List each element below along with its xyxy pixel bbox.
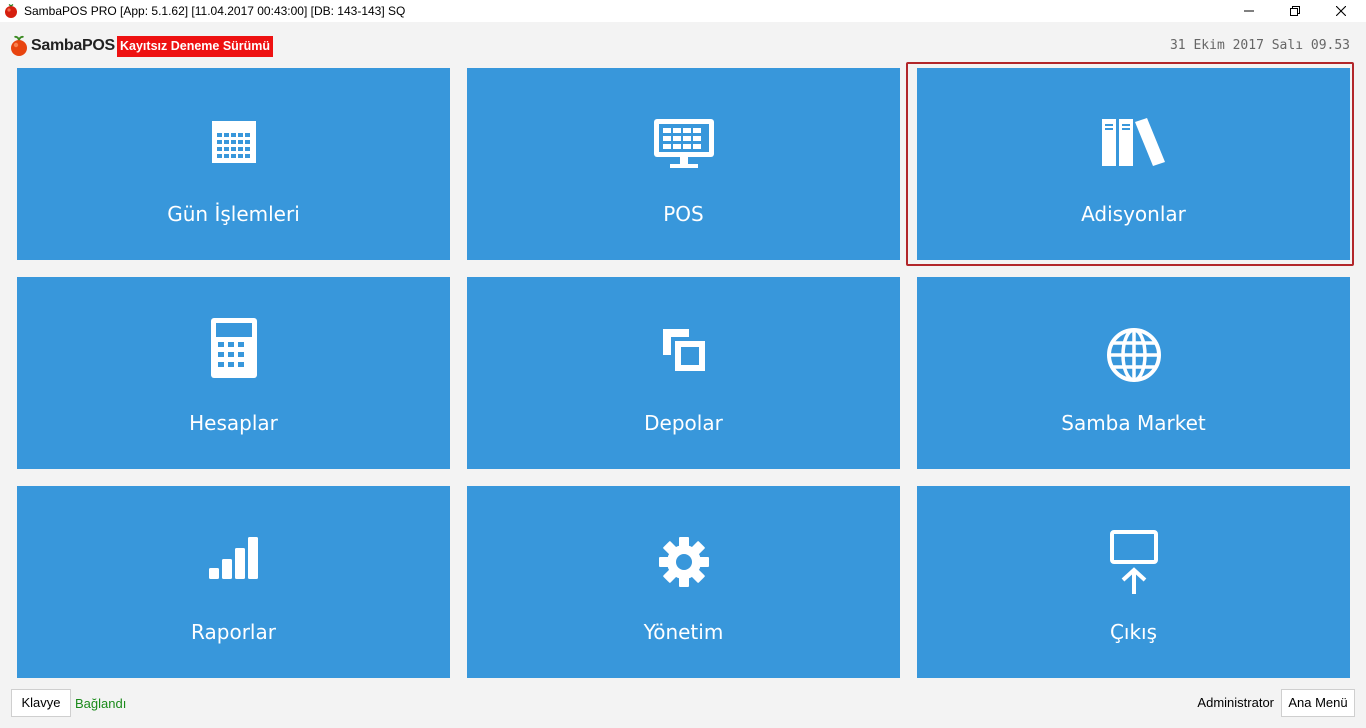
screen-upload-icon	[1109, 530, 1158, 594]
tile-pos[interactable]: POS	[467, 68, 900, 260]
globe-icon	[1106, 328, 1161, 382]
tile-yonetim[interactable]: Yönetim	[467, 486, 900, 678]
main-menu-button[interactable]: Ana Menü	[1281, 689, 1355, 717]
calendar-icon	[211, 121, 256, 163]
tomato-logo-icon	[11, 35, 27, 56]
brand-logo: SambaPOS	[9, 34, 115, 58]
tile-label: Yönetim	[643, 620, 724, 644]
tile-label: Gün İşlemleri	[167, 202, 300, 226]
connection-status: Bağlandı	[75, 696, 127, 711]
copy-icon	[662, 329, 705, 371]
signal-bars-icon	[208, 537, 258, 579]
tile-gun-islemleri[interactable]: Gün İşlemleri	[17, 68, 450, 260]
tile-cikis[interactable]: Çıkış	[917, 486, 1350, 678]
tile-raporlar[interactable]: Raporlar	[17, 486, 450, 678]
current-user: Administrator	[1197, 695, 1274, 710]
tile-depolar[interactable]: Depolar	[467, 277, 900, 469]
minimize-icon	[1244, 10, 1254, 12]
tile-adisyonlar[interactable]: Adisyonlar	[917, 68, 1350, 260]
date-time: 31 Ekim 2017 Salı 09.53	[1169, 38, 1350, 53]
tile-label: POS	[663, 202, 704, 226]
keyboard-button[interactable]: Klavye	[11, 689, 71, 717]
tile-label: Adisyonlar	[1081, 202, 1186, 226]
close-icon	[1336, 6, 1346, 16]
tomato-app-icon	[5, 3, 17, 18]
calculator-icon	[210, 318, 257, 378]
gear-icon	[658, 537, 709, 587]
restore-icon	[1290, 6, 1300, 16]
trial-badge: Kayıtsız Deneme Sürümü	[117, 36, 274, 57]
tile-label: Samba Market	[1061, 411, 1206, 435]
tile-hesaplar[interactable]: Hesaplar	[17, 277, 450, 469]
tile-label: Depolar	[644, 411, 723, 435]
tile-label: Çıkış	[1109, 620, 1158, 644]
restore-button[interactable]	[1272, 0, 1318, 22]
close-button[interactable]	[1318, 0, 1364, 22]
pos-terminal-icon	[653, 119, 714, 168]
minimize-button[interactable]	[1226, 0, 1272, 22]
tile-label: Raporlar	[191, 620, 276, 644]
tile-label: Hesaplar	[189, 411, 278, 435]
brand-name: SambaPOS	[31, 37, 115, 54]
title-bar: SambaPOS PRO [App: 5.1.62] [11.04.2017 0…	[0, 0, 1366, 22]
books-icon	[1101, 118, 1165, 166]
window-title: SambaPOS PRO [App: 5.1.62] [11.04.2017 0…	[24, 4, 406, 18]
tile-samba-market[interactable]: Samba Market	[917, 277, 1350, 469]
